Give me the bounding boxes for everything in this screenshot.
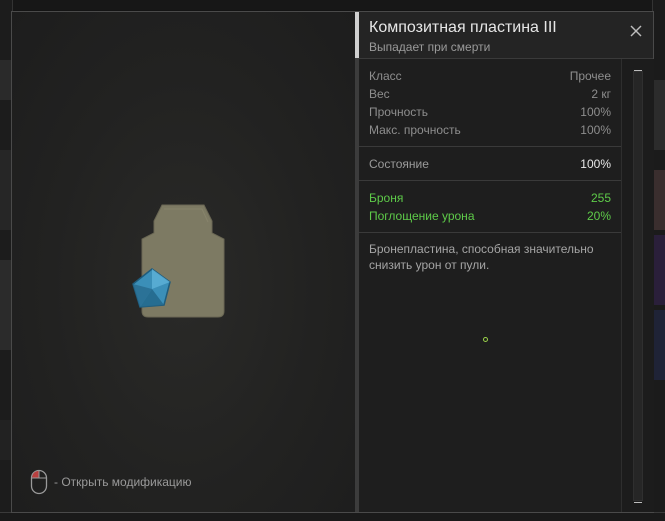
stat-row-weight: Вес 2 кг bbox=[369, 87, 611, 101]
modification-hint: - Открыть модификацию bbox=[30, 469, 192, 495]
stat-row-condition: Состояние 100% bbox=[369, 157, 611, 171]
item-title: Композитная пластина III bbox=[369, 19, 557, 36]
stat-row-class: Класс Прочее bbox=[369, 69, 611, 83]
scroll-cap-bottom bbox=[634, 502, 642, 503]
item-header: Композитная пластина III Выпадает при см… bbox=[359, 12, 653, 59]
stat-row-durability: Прочность 100% bbox=[369, 105, 611, 119]
item-subtitle: Выпадает при смерти bbox=[369, 40, 491, 54]
item-info-panel: Композитная пластина III Выпадает при см… bbox=[359, 12, 654, 512]
general-stats-section: Класс Прочее Вес 2 кг Прочность 100% Мак… bbox=[359, 59, 621, 147]
background-bottom-strip bbox=[0, 512, 665, 521]
item-preview-panel[interactable]: - Открыть модификацию bbox=[12, 12, 355, 512]
mouse-icon bbox=[30, 469, 48, 495]
condition-section: Состояние 100% bbox=[359, 147, 621, 181]
close-icon[interactable] bbox=[627, 22, 645, 40]
background-top bbox=[0, 0, 665, 10]
artifact-gem-icon bbox=[132, 268, 171, 308]
armor-stats-section: Броня 255 Поглощение урона 20% bbox=[359, 181, 621, 233]
scroll-track[interactable] bbox=[633, 71, 643, 501]
hint-text: - Открыть модификацию bbox=[54, 475, 192, 489]
stat-row-max-durability: Макс. прочность 100% bbox=[369, 123, 611, 137]
item-inspect-modal: - Открыть модификацию Композитная пласти… bbox=[11, 11, 654, 513]
item-description: Бронепластина, способная значительно сни… bbox=[369, 242, 594, 272]
stat-row-damage-absorption: Поглощение урона 20% bbox=[369, 209, 611, 223]
item-stats: Класс Прочее Вес 2 кг Прочность 100% Мак… bbox=[359, 59, 621, 281]
info-scrollbar[interactable] bbox=[621, 59, 654, 512]
stat-row-armor: Броня 255 bbox=[369, 191, 611, 205]
cursor-marker bbox=[483, 337, 488, 342]
